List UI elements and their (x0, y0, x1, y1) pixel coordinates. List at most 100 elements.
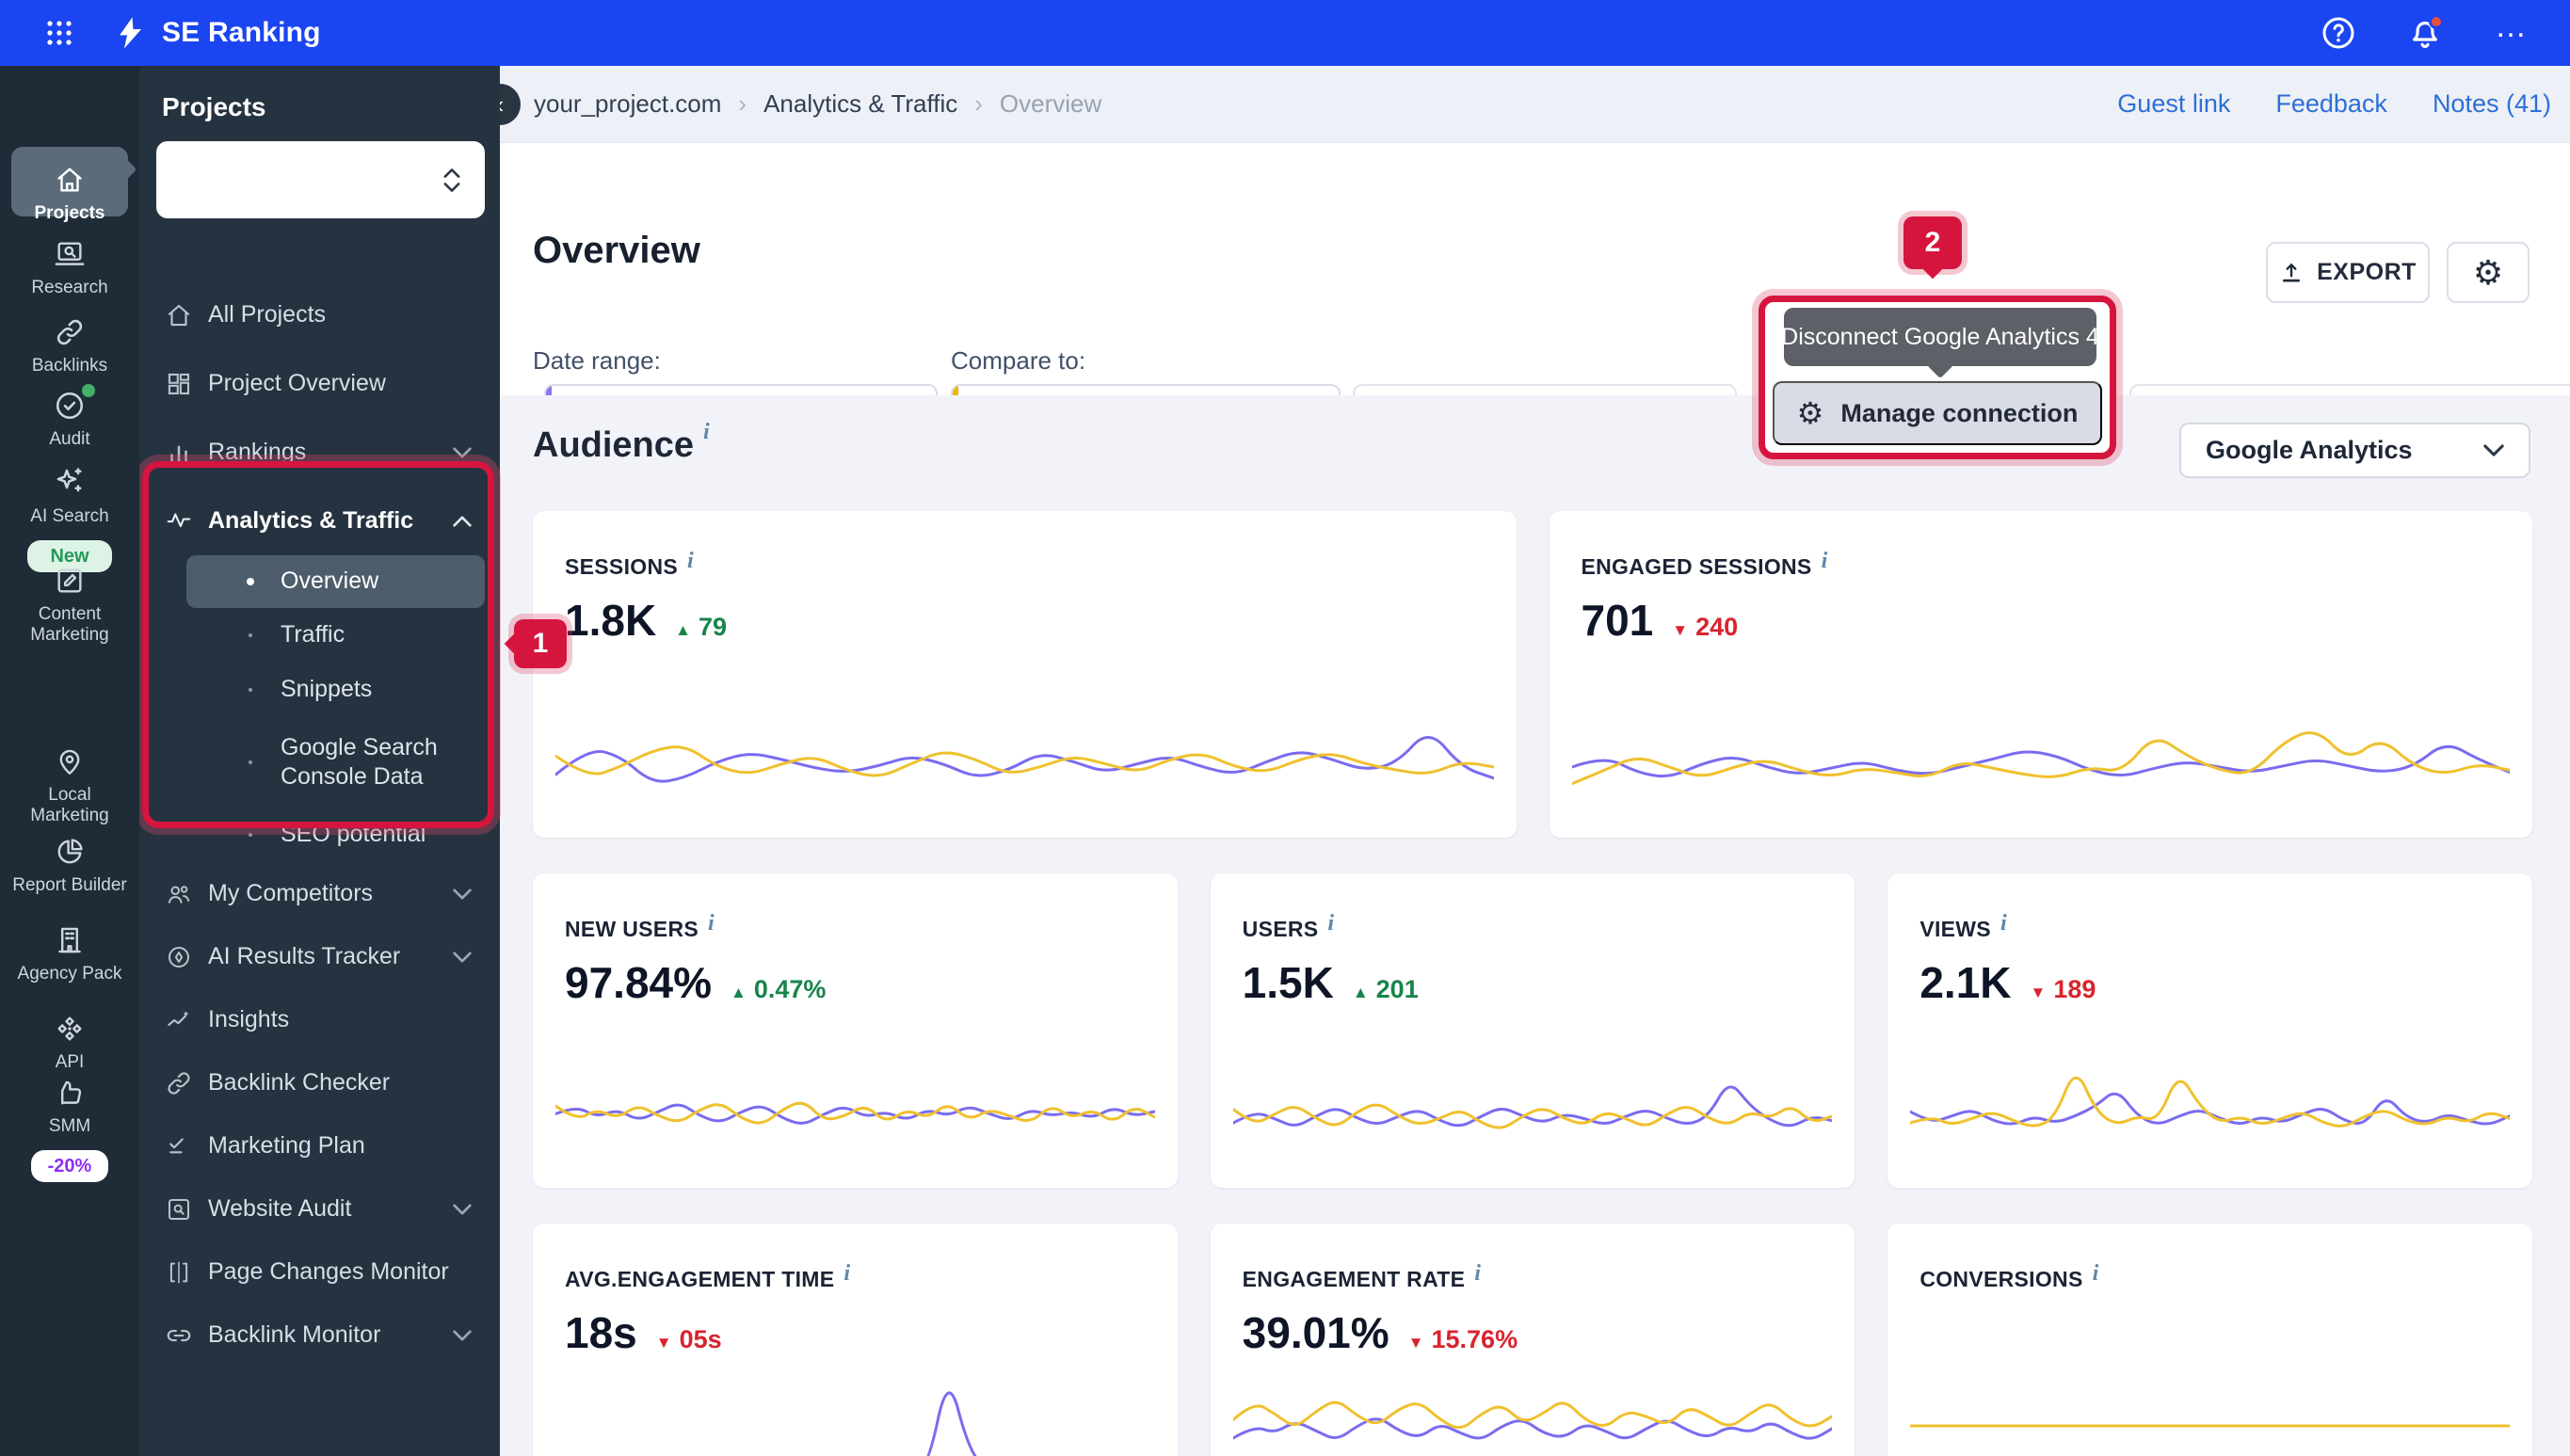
brand[interactable]: SE Ranking (113, 15, 321, 51)
sort-chevrons-icon (443, 168, 460, 192)
settings-button[interactable]: ⚙ (2447, 242, 2530, 303)
project-selector[interactable] (156, 141, 485, 218)
rail-item-local-marketing[interactable]: Local Marketing (0, 745, 139, 826)
export-button[interactable]: EXPORT (2266, 242, 2430, 303)
info-icon[interactable]: i (703, 420, 710, 445)
guest-link[interactable]: Guest link (2117, 89, 2230, 119)
subitem-seo-potential[interactable]: SEO potential (186, 808, 485, 862)
sidebar-item-page-changes-monitor[interactable]: Page Changes Monitor (139, 1240, 500, 1304)
delta: 05s (679, 1325, 722, 1353)
delta: 15.76% (1431, 1325, 1518, 1353)
info-icon[interactable]: i (687, 549, 694, 574)
chevron-down-icon (453, 1204, 472, 1214)
info-icon[interactable]: i (1327, 911, 1334, 936)
brand-name: SE Ranking (162, 17, 321, 48)
rail-item-agency-pack[interactable]: Agency Pack (0, 924, 139, 984)
link-icon (168, 1071, 190, 1095)
info-icon[interactable]: i (708, 911, 715, 936)
info-icon[interactable]: i (1474, 1261, 1481, 1287)
pie-chart-icon (57, 839, 83, 864)
info-icon[interactable]: i (2000, 911, 2007, 936)
subitem-google-search-console-data[interactable]: Google Search Console Data (186, 717, 485, 808)
feedback-link[interactable]: Feedback (2275, 89, 2387, 119)
bolt-logo-icon (120, 17, 142, 49)
delta-arrow-icon: ▼ (1672, 621, 1689, 639)
metric-card-engaged-sessions[interactable]: ENGAGED SESSIONS i 701 ▼ 240 (1549, 511, 2532, 838)
delta: 189 (2053, 975, 2096, 1003)
help-icon[interactable] (2318, 12, 2359, 54)
sparkline-chart (555, 1054, 1155, 1169)
breadcrumb: your_project.com › Analytics & Traffic ›… (534, 89, 1101, 119)
rail-item-api[interactable]: API (0, 1013, 139, 1073)
metric-card-views[interactable]: VIEWS i 2.1K ▼ 189 (1887, 873, 2532, 1188)
icon-rail: Projects Research Backlinks Audit AI Sea… (0, 66, 139, 1456)
sparkline-chart (555, 706, 1494, 817)
sidebar-item-backlink-checker[interactable]: Backlink Checker (139, 1051, 500, 1114)
info-icon[interactable]: i (2093, 1261, 2099, 1287)
rail-item-audit[interactable]: Audit (0, 384, 139, 450)
analytics-source-select[interactable]: Google Analytics (2179, 423, 2530, 478)
bullet-icon (247, 578, 254, 585)
rail-item-report-builder[interactable]: Report Builder (0, 836, 139, 896)
rail-item-backlinks[interactable]: Backlinks (0, 316, 139, 376)
metric-card-avg-engagement-time[interactable]: AVG.ENGAGEMENT TIME i 18s ▼ 05s (533, 1224, 1178, 1456)
sparkline-chart (1572, 706, 2511, 817)
delta-arrow-icon: ▼ (655, 1334, 672, 1352)
sidebar-item-website-audit[interactable]: Website Audit (139, 1177, 500, 1240)
rail-item-ai-search[interactable]: AI Search New (0, 465, 139, 572)
sidebar-item-insights[interactable]: Insights (139, 988, 500, 1051)
tooltip-arrow (1926, 351, 1954, 379)
rail-item-research[interactable]: Research (0, 238, 139, 298)
people-icon (169, 885, 190, 904)
research-icon (55, 242, 85, 265)
chevron-down-icon (453, 888, 472, 899)
sidebar-item-my-competitors[interactable]: My Competitors (139, 862, 500, 925)
app-grid-icon[interactable] (45, 19, 73, 47)
manage-connection-button[interactable]: ⚙ Manage connection (1773, 381, 2102, 445)
content-header: Overview EXPORT ⚙ Date range: Oct-06 202… (500, 143, 2570, 459)
link-icon (56, 319, 83, 345)
rail-item-projects[interactable]: Projects (0, 147, 139, 224)
breadcrumb-section[interactable]: Analytics & Traffic (763, 89, 957, 119)
metric-card-users[interactable]: USERS i 1.5K ▲ 201 (1210, 873, 1855, 1188)
gear-icon: ⚙ (2472, 252, 2504, 292)
gear-icon: ⚙ (1796, 396, 1824, 430)
pages-icon (169, 1261, 188, 1283)
notes-link[interactable]: Notes (41) (2433, 89, 2551, 119)
bullet-icon (249, 688, 252, 692)
sidebar-item-project-overview[interactable]: Project Overview (139, 349, 500, 418)
home-icon (168, 304, 190, 326)
info-icon[interactable]: i (1822, 549, 1828, 574)
sidebar-item-ai-results-tracker[interactable]: AI Results Tracker (139, 925, 500, 988)
sparkline-chart (555, 1365, 1155, 1456)
sidebar-item-analytics-traffic[interactable]: Analytics & Traffic (139, 487, 500, 555)
metric-card-engagement-rate[interactable]: ENGAGEMENT RATE i 39.01% ▼ 15.76% (1210, 1224, 1855, 1456)
sidebar-item-all-projects[interactable]: All Projects (139, 280, 500, 349)
metric-card-new-users[interactable]: NEW USERS i 97.84% ▲ 0.47% (533, 873, 1178, 1188)
annotation-ring-2: Disconnect Google Analytics 4 ⚙ Manage c… (1759, 296, 2116, 459)
sidebar-item-marketing-plan[interactable]: Marketing Plan (139, 1114, 500, 1177)
metric-card-conversions[interactable]: CONVERSIONS i (1887, 1224, 2532, 1456)
card-value: 18s (565, 1308, 637, 1357)
upload-icon (2283, 263, 2301, 282)
subitem-traffic[interactable]: Traffic (186, 608, 485, 663)
card-label: SESSIONS (565, 554, 678, 579)
breadcrumb-project[interactable]: your_project.com (534, 89, 721, 119)
sparkles-icon (56, 468, 82, 492)
chevron-down-icon (453, 951, 472, 962)
sidebar-item-backlink-monitor[interactable]: Backlink Monitor (139, 1304, 500, 1367)
sidebar-item-rankings[interactable]: Rankings (139, 418, 500, 487)
breadcrumb-bar: ‹ your_project.com › Analytics & Traffic… (500, 66, 2570, 143)
metric-card-sessions[interactable]: SESSIONS i 1.8K ▲ 79 (533, 511, 1517, 838)
rail-item-smm[interactable]: SMM -20% (0, 1077, 139, 1182)
delta-arrow-icon: ▼ (2030, 984, 2047, 1001)
rail-item-content-marketing[interactable]: Content Marketing (0, 565, 139, 646)
analytics-traffic-sublist: Overview Traffic Snippets Google Search … (139, 555, 500, 862)
breadcrumb-current: Overview (999, 89, 1102, 118)
more-menu-icon[interactable]: … (2491, 10, 2532, 54)
sidebar-collapse-icon[interactable]: ‹ (500, 84, 521, 125)
subitem-snippets[interactable]: Snippets (186, 663, 485, 717)
notifications-bell-icon[interactable] (2404, 12, 2446, 54)
subitem-overview[interactable]: Overview (186, 555, 485, 608)
info-icon[interactable]: i (843, 1261, 850, 1287)
